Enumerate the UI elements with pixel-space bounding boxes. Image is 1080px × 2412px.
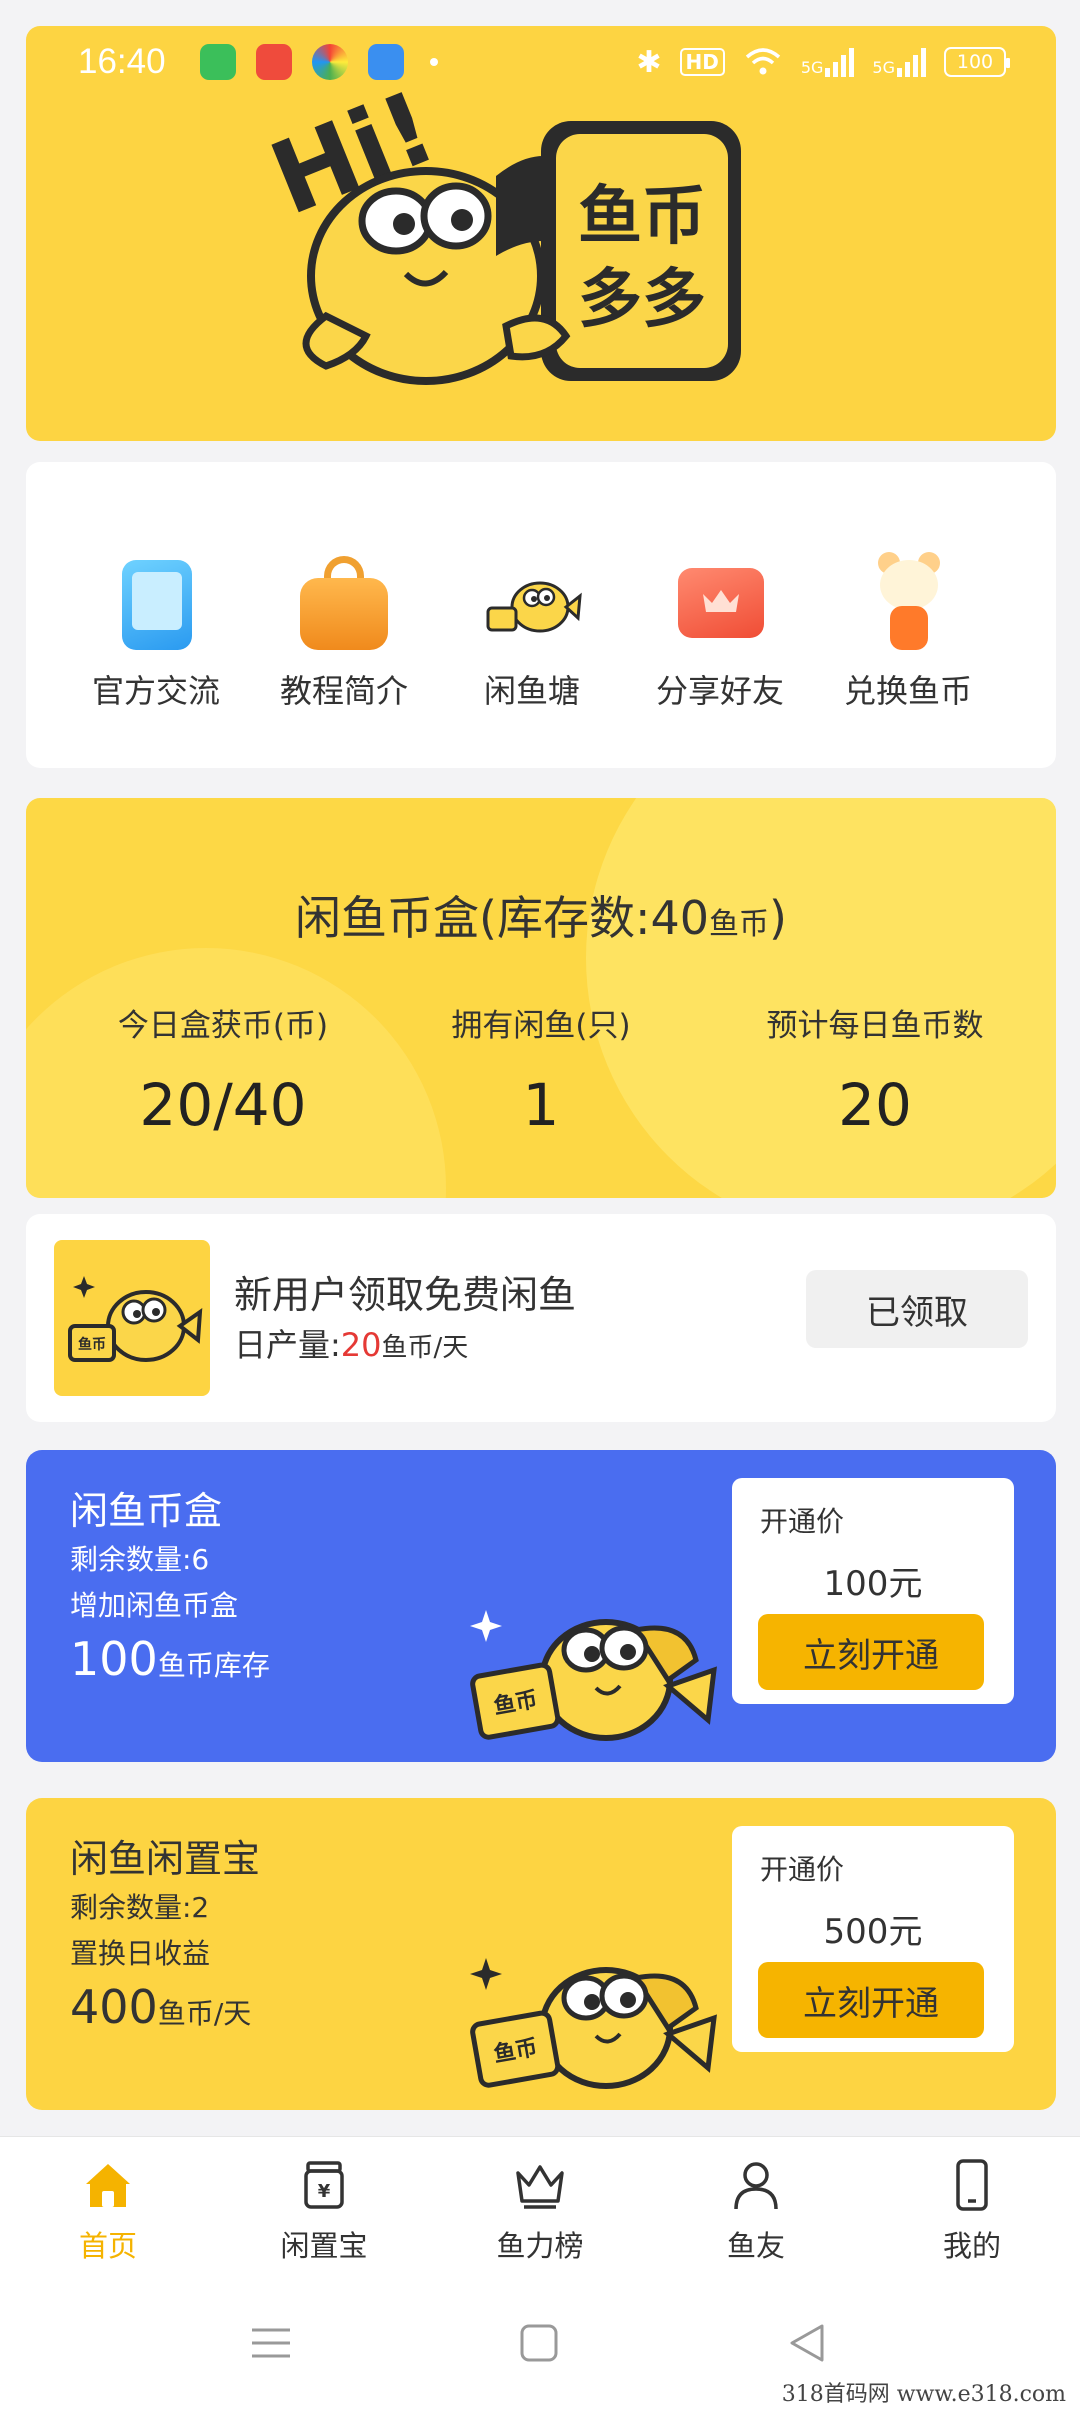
quick-item-label: 分享好友: [655, 672, 784, 710]
tab-idle-treasure[interactable]: ¥ 闲置宝: [244, 2157, 404, 2265]
price-value: 500元: [823, 1912, 923, 1952]
open-now-button[interactable]: 立刻开通: [758, 1962, 984, 2038]
open-now-button[interactable]: 立刻开通: [758, 1614, 984, 1690]
recent-apps-icon[interactable]: [246, 2320, 296, 2366]
tab-label: 闲置宝: [280, 2229, 368, 2263]
quick-item-label: 官方交流: [91, 672, 220, 710]
daily-output-label: 日产量:: [234, 1326, 341, 1364]
tablet-icon: [106, 552, 206, 652]
banner-logo-line-1: 鱼币: [578, 180, 706, 254]
coin-box-title-main: 闲鱼币盒(库存数:40: [295, 891, 710, 945]
tab-label: 首页: [78, 2229, 137, 2263]
quick-item-label: 教程简介: [279, 672, 408, 710]
fish-mascot-icon: [482, 552, 582, 652]
product-card-coin-box: 闲鱼币盒 剩余数量:6 增加闲鱼币盒 100鱼币库存 鱼币 开通价 100元 立…: [26, 1450, 1056, 1762]
crown-icon: [516, 2165, 564, 2209]
quick-item-label: 闲鱼塘: [483, 672, 580, 710]
new-user-daily-output: 日产量:20鱼币/天: [234, 1320, 468, 1366]
fish-mascot-illustration: 鱼币: [470, 1610, 717, 1741]
price-panel: 开通价 100元 立刻开通: [732, 1478, 1014, 1704]
price-label: 开通价: [760, 1853, 845, 1886]
fish-thumbnail: 鱼币: [54, 1240, 210, 1396]
stat-daily-estimate: 预计每日鱼币数 20: [710, 1000, 1040, 1139]
bag-icon: [294, 552, 394, 652]
stat-owned-fish: 拥有闲鱼(只) 1: [376, 1000, 706, 1139]
product-remaining: 剩余数量:2: [70, 1891, 210, 1924]
claimed-button[interactable]: 已领取: [806, 1270, 1028, 1348]
quick-item-fish-pond[interactable]: 闲鱼塘: [442, 552, 622, 712]
product-amount-unit: 鱼币库存: [157, 1649, 270, 1682]
stat-label: 预计每日鱼币数: [766, 1008, 984, 1044]
stat-value: 20/40: [139, 1071, 307, 1139]
product-description: 置换日收益: [70, 1937, 211, 1970]
new-user-title: 新用户领取免费闲鱼: [234, 1273, 577, 1317]
product-remaining: 剩余数量:6: [70, 1543, 210, 1576]
product-amount-value: 100: [70, 1632, 158, 1686]
price-value: 100元: [823, 1564, 923, 1604]
product-amount: 400鱼币/天: [70, 1980, 251, 2034]
home-icon: [86, 2164, 130, 2207]
tab-label: 鱼力榜: [496, 2229, 584, 2263]
product-description: 增加闲鱼币盒: [70, 1589, 239, 1622]
tab-label: 鱼友: [726, 2229, 785, 2263]
quick-menu: 官方交流 教程简介 闲鱼塘 分享好友 兑换鱼币: [26, 462, 1056, 768]
fish-mascot-illustration: 鱼币: [470, 1958, 717, 2089]
price-panel: 开通价 500元 立刻开通: [732, 1826, 1014, 2052]
new-user-offer: 鱼币 新用户领取免费闲鱼 日产量:20鱼币/天 已领取: [26, 1214, 1056, 1422]
stat-label: 今日盒获币(币): [117, 1008, 329, 1044]
quick-item-label: 兑换鱼币: [843, 672, 972, 710]
product-amount: 100鱼币库存: [70, 1632, 270, 1686]
fish-thumbnail-sign: 鱼币: [78, 1336, 106, 1353]
system-navigation-bar: 318首码网 www.e318.com: [0, 2276, 1080, 2412]
bear-toy-icon: [858, 552, 958, 652]
home-nav-icon[interactable]: [514, 2320, 564, 2366]
stat-today-coins: 今日盒获币(币) 20/40: [58, 1000, 388, 1139]
coin-box-summary: 闲鱼币盒(库存数:40鱼币) 今日盒获币(币) 20/40 拥有闲鱼(只) 1 …: [26, 798, 1056, 1198]
quick-item-official-chat[interactable]: 官方交流: [66, 552, 246, 712]
back-icon[interactable]: [782, 2320, 832, 2366]
bottom-tab-bar: 首页 ¥ 闲置宝 鱼力榜 鱼友 我的: [0, 2136, 1080, 2276]
coin-box-title: 闲鱼币盒(库存数:40鱼币): [26, 882, 1056, 948]
person-icon: [734, 2162, 778, 2210]
quick-item-exchange[interactable]: 兑换鱼币: [818, 552, 998, 712]
product-name: 闲鱼闲置宝: [70, 1837, 261, 1881]
jar-icon: ¥: [304, 2161, 344, 2209]
tab-home[interactable]: 首页: [28, 2157, 188, 2265]
banner-logo-line-2: 多多: [578, 263, 706, 337]
stat-value: 20: [838, 1071, 912, 1139]
tab-label: 我的: [942, 2229, 1001, 2263]
svg-text:¥: ¥: [318, 2181, 331, 2202]
price-label: 开通价: [760, 1505, 845, 1538]
daily-output-value: 20: [340, 1326, 382, 1364]
product-amount-value: 400: [70, 1980, 158, 2034]
hero-banner: 16:40 ✱ HD 5G 5G 100 Hi! 鱼币 多多: [26, 26, 1056, 441]
product-name: 闲鱼币盒: [70, 1489, 223, 1533]
tab-fish-friends[interactable]: 鱼友: [676, 2157, 836, 2265]
tab-fish-ranking[interactable]: 鱼力榜: [460, 2157, 620, 2265]
coin-box-title-unit: 鱼币: [709, 907, 770, 942]
tab-mine[interactable]: 我的: [892, 2157, 1052, 2265]
product-amount-unit: 鱼币/天: [157, 1997, 252, 2030]
share-card-icon: [670, 552, 770, 652]
mascot-logo: Hi! 鱼币 多多: [255, 68, 741, 385]
quick-item-share[interactable]: 分享好友: [630, 552, 810, 712]
stat-label: 拥有闲鱼(只): [451, 1008, 631, 1044]
product-card-idle-treasure: 闲鱼闲置宝 剩余数量:2 置换日收益 400鱼币/天 鱼币 开通价 500元 立…: [26, 1798, 1056, 2110]
quick-item-tutorial[interactable]: 教程简介: [254, 552, 434, 712]
coin-box-title-end: ): [769, 891, 787, 945]
daily-output-unit: 鱼币/天: [381, 1333, 469, 1363]
watermark: 318首码网 www.e318.com: [781, 2382, 1066, 2407]
stat-value: 1: [522, 1071, 560, 1139]
phone-icon: [956, 2159, 988, 2211]
